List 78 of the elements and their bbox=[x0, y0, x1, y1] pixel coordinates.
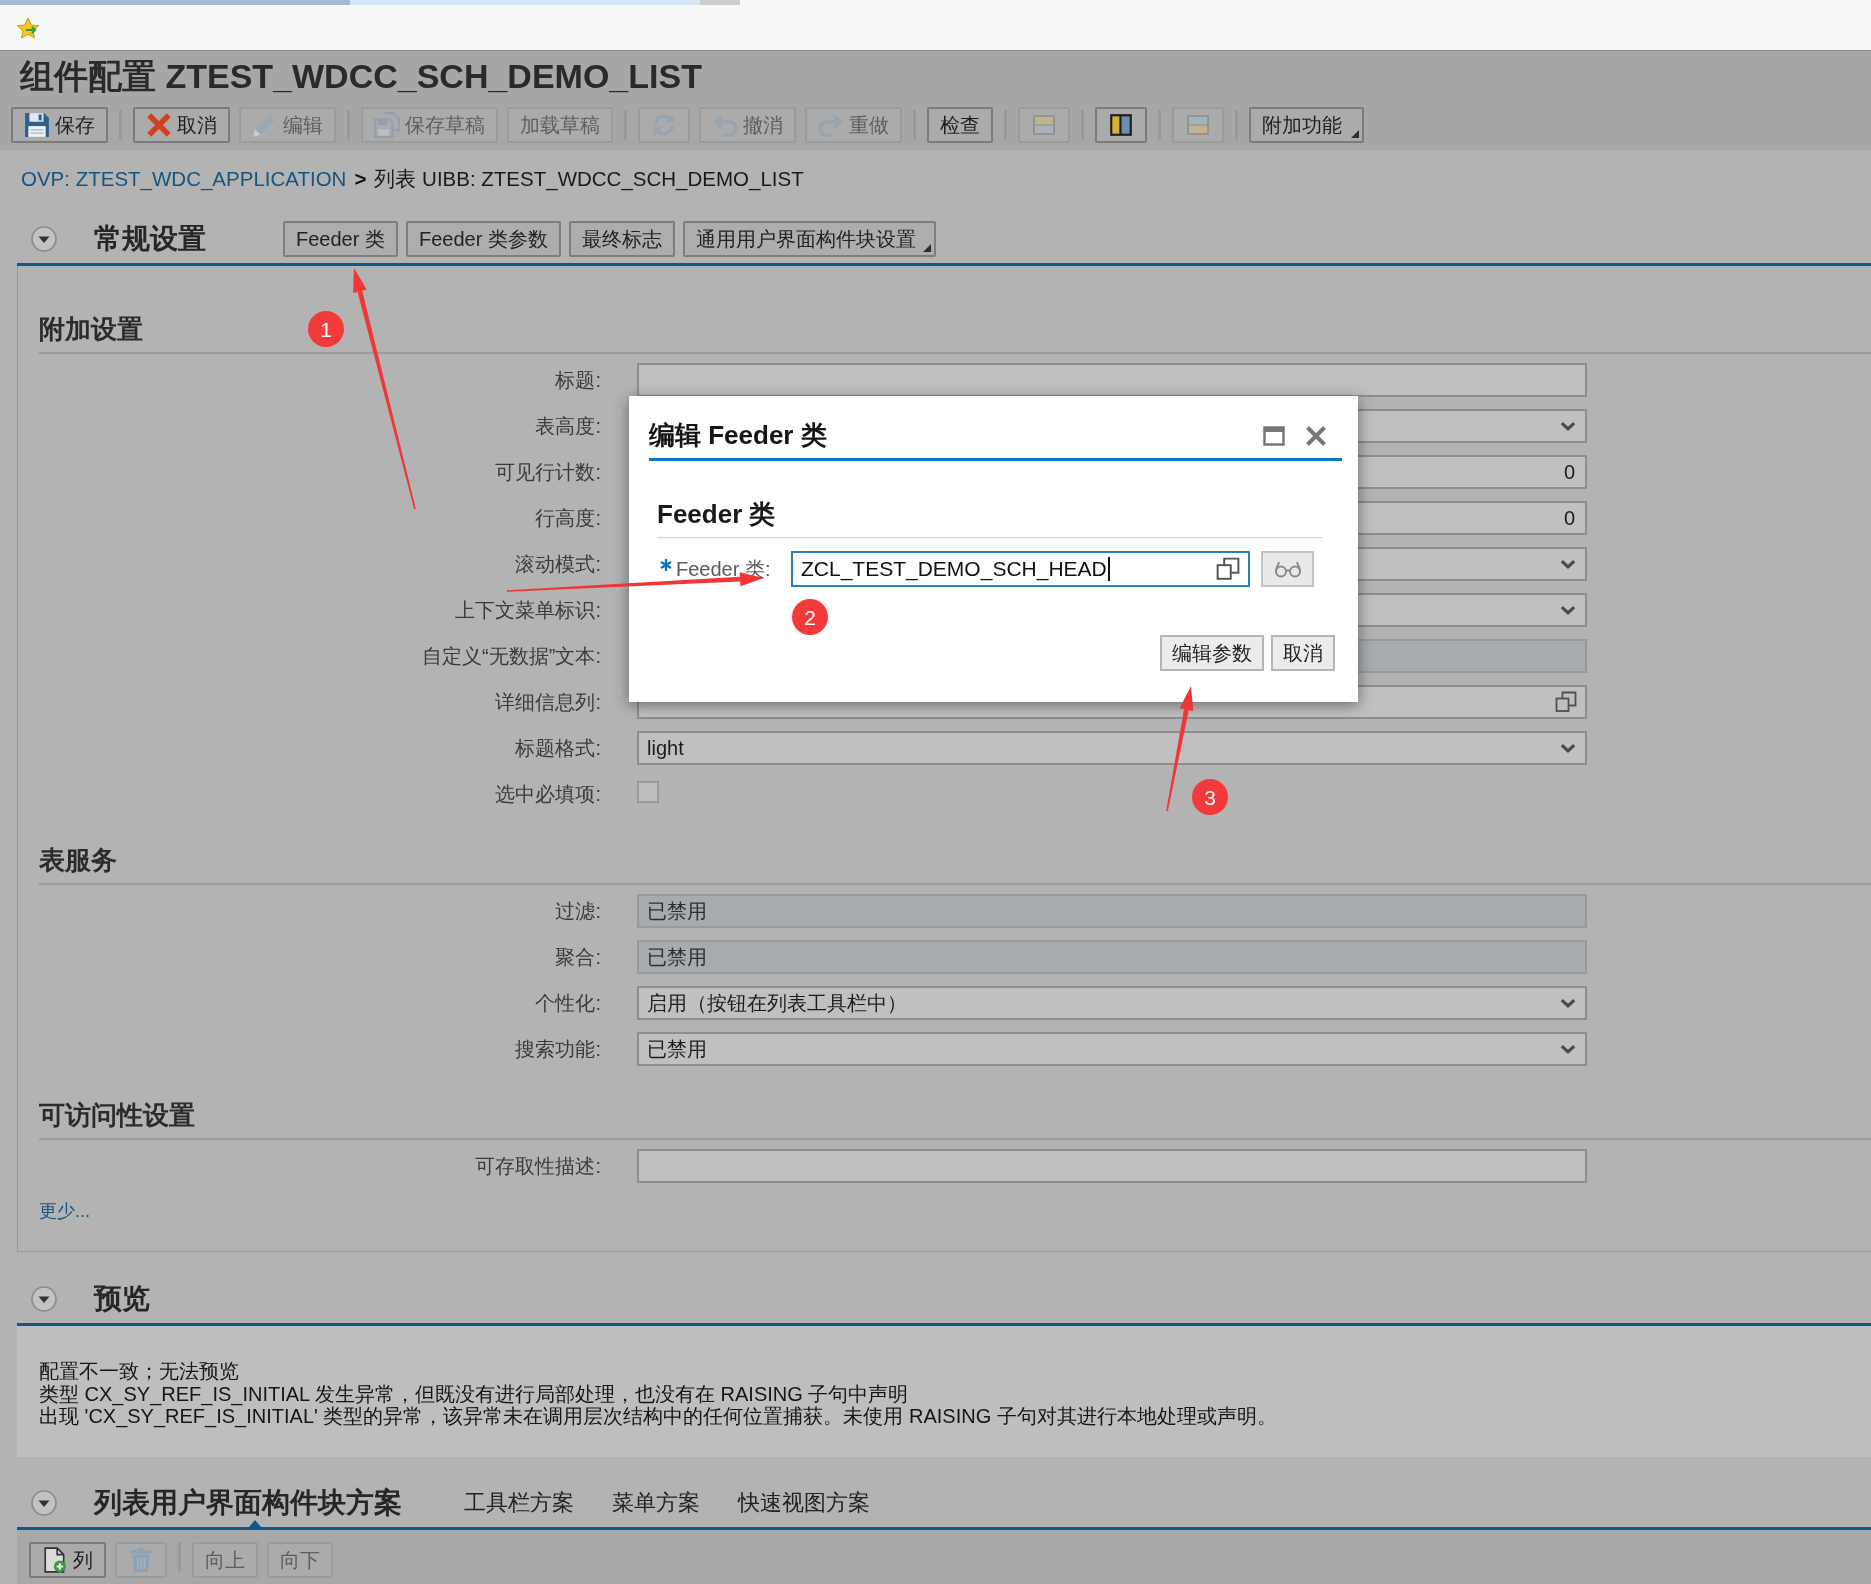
preview-message: 配置不一致；无法预览 bbox=[39, 1360, 240, 1383]
collapse-toggle-icon[interactable] bbox=[31, 226, 57, 252]
feeder-class-button[interactable]: Feeder 类 bbox=[283, 221, 398, 257]
dropdown[interactable]: 启用（按钮在列表工具栏中） bbox=[637, 986, 1587, 1020]
breadcrumb-separator: > bbox=[354, 167, 367, 191]
dropdown[interactable]: light bbox=[637, 731, 1587, 765]
preview-message: 类型 CX_SY_REF_IS_INITIAL 发生异常，但既没有进行局部处理，也没有在 RAISING 子句中声明 bbox=[39, 1382, 910, 1405]
copy-icon[interactable] bbox=[1216, 557, 1240, 581]
field-label: 自定义“无数据”文本: bbox=[422, 644, 601, 669]
field-label: 过滤: bbox=[555, 899, 601, 924]
step-badge: 3 bbox=[1192, 779, 1228, 815]
preview-message: 出现 'CX_SY_REF_IS_INITIAL' 类型的异常，该异常未在调用层次结构中的任何位置捕获。未使用 RAISING 子句对其进行本地处理或声明。 bbox=[39, 1405, 1278, 1428]
selected-tab-marker-icon bbox=[249, 1519, 261, 1527]
collapse-toggle-icon[interactable] bbox=[31, 1489, 57, 1516]
field-label: 标题: bbox=[555, 368, 601, 393]
edit-parameters-button[interactable]: 编辑参数 bbox=[1160, 635, 1264, 671]
scheme-tab[interactable]: 菜单方案 bbox=[593, 1478, 719, 1527]
field-label: 聚合: bbox=[555, 945, 601, 970]
field-label: 详细信息列: bbox=[495, 690, 601, 715]
menu-corner-icon bbox=[1351, 130, 1359, 138]
split-rows-icon bbox=[1031, 112, 1057, 138]
split-rows-icon bbox=[1185, 112, 1211, 138]
field-label: 个性化: bbox=[535, 991, 601, 1016]
text-cursor-icon bbox=[1107, 557, 1110, 581]
field-label: 搜索功能: bbox=[515, 1037, 601, 1062]
breadcrumb-current: 列表 UIBB: ZTEST_WDCC_SCH_DEMO_LIST bbox=[374, 167, 804, 191]
document-save-icon bbox=[374, 112, 400, 138]
feeder-parameters-button[interactable]: Feeder 类参数 bbox=[405, 221, 561, 257]
scheme-tab[interactable]: 列表用户界面构件块方案 bbox=[63, 1478, 445, 1527]
favorite-star-icon[interactable] bbox=[16, 17, 40, 41]
show-less-link[interactable]: 更少... bbox=[39, 1201, 90, 1222]
dialog-title: 编辑 Feeder 类 bbox=[649, 420, 827, 452]
step-badge: 1 bbox=[308, 311, 344, 347]
dropdown[interactable]: 已禁用 bbox=[637, 1032, 1587, 1066]
input-field[interactable]: ZCL_TEST_DEMO_SCH_HEAD bbox=[791, 551, 1250, 587]
glasses-icon bbox=[1273, 560, 1302, 578]
field-label: 标题格式: bbox=[515, 736, 601, 761]
field-label: 滚动模式: bbox=[515, 552, 601, 577]
group-title: 表服务 bbox=[39, 845, 117, 877]
text-field[interactable] bbox=[637, 363, 1587, 397]
cancel-button[interactable]: 取消 bbox=[1271, 635, 1335, 671]
close-icon[interactable] bbox=[1305, 425, 1327, 447]
check-button[interactable]: 检查 bbox=[927, 107, 993, 143]
collapse-toggle-icon[interactable] bbox=[31, 1286, 57, 1312]
field-label: 行高度: bbox=[535, 506, 601, 531]
group-title: Feeder 类 bbox=[657, 499, 776, 531]
menu-corner-icon bbox=[922, 244, 931, 252]
save-icon bbox=[24, 112, 50, 138]
layout-button[interactable] bbox=[1095, 107, 1147, 143]
section-title: 常规设置 bbox=[94, 222, 207, 256]
scheme-tab[interactable]: 工具栏方案 bbox=[445, 1478, 593, 1527]
group-title: 可访问性设置 bbox=[39, 1100, 195, 1132]
cross-icon bbox=[146, 112, 172, 138]
copy-icon[interactable] bbox=[1555, 691, 1577, 713]
group-title: 附加设置 bbox=[39, 314, 143, 346]
field-label: 上下文菜单标识: bbox=[455, 598, 601, 623]
pencil-icon bbox=[252, 112, 278, 138]
trash-icon bbox=[128, 1546, 154, 1573]
breadcrumb-link[interactable]: OVP: ZTEST_WDC_APPLICATION bbox=[21, 167, 347, 191]
more-functions-button[interactable]: 附加功能 bbox=[1249, 107, 1364, 143]
text-field[interactable] bbox=[637, 1149, 1587, 1183]
scheme-tab[interactable]: 快速视图方案 bbox=[719, 1478, 889, 1527]
final-flag-button[interactable]: 最终标志 bbox=[568, 221, 675, 257]
save-button[interactable]: 保存 bbox=[11, 107, 108, 143]
cancel-button[interactable]: 取消 bbox=[133, 107, 230, 143]
split-columns-icon bbox=[1108, 112, 1134, 138]
maximize-icon[interactable] bbox=[1263, 425, 1285, 447]
uibb-settings-button[interactable]: 通用用户界面构件块设置 bbox=[682, 221, 936, 257]
field-label: 可见行计数: bbox=[495, 460, 601, 485]
page-title: 组件配置 ZTEST_WDCC_SCH_DEMO_LIST bbox=[18, 56, 703, 97]
field-label: 表高度: bbox=[535, 414, 601, 439]
glasses-button[interactable] bbox=[1261, 551, 1314, 587]
field-label: 选中必填项: bbox=[495, 782, 601, 807]
field-label: 可存取性描述: bbox=[475, 1154, 601, 1179]
add-column-button[interactable]: 列 bbox=[29, 1541, 106, 1578]
section-title: 预览 bbox=[94, 1282, 151, 1316]
checkbox[interactable] bbox=[637, 781, 659, 803]
add-document-icon bbox=[42, 1546, 68, 1573]
